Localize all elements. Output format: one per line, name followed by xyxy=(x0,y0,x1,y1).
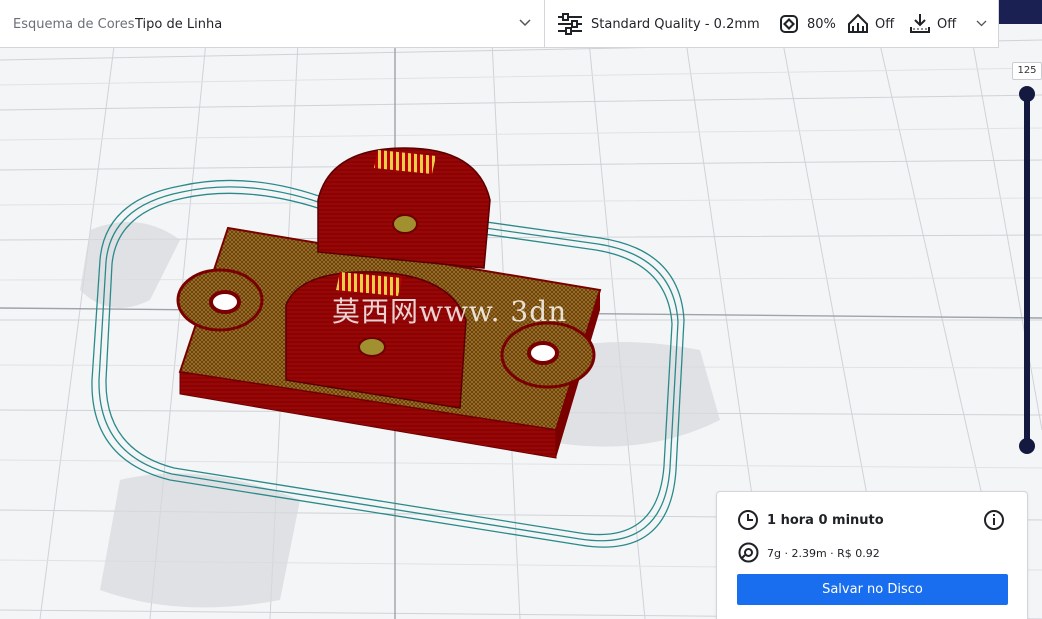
settings-sliders-icon xyxy=(558,13,582,35)
print-info-panel: 1 hora 0 minuto 7g · 2.39m · R$ 0.92 Sal… xyxy=(716,491,1028,619)
save-to-disk-button[interactable]: Salvar no Disco xyxy=(737,574,1008,605)
adhesion-value: Off xyxy=(937,17,957,32)
chevron-down-icon[interactable] xyxy=(519,19,531,27)
print-time-label: 1 hora 0 minuto xyxy=(767,513,884,528)
adhesion-icon xyxy=(910,14,930,33)
info-icon[interactable] xyxy=(983,509,1005,531)
clock-icon xyxy=(738,510,758,530)
watermark-text: 莫西网www. 3dn xyxy=(332,295,568,328)
spool-icon xyxy=(738,542,759,563)
color-scheme-panel[interactable]: Esquema de Cores Tipo de Linha xyxy=(0,0,545,48)
part-back-boss xyxy=(317,147,491,269)
infill-icon xyxy=(780,15,798,33)
layer-slider-top-handle[interactable] xyxy=(1019,86,1035,102)
color-scheme-value: Tipo de Linha xyxy=(135,17,223,32)
print-settings-panel[interactable]: Standard Quality - 0.2mm 80% Off Off xyxy=(544,0,999,48)
window-corner-strip xyxy=(998,0,1042,24)
layer-number-input[interactable]: 125 xyxy=(1012,62,1042,80)
layer-slider-track[interactable] xyxy=(1024,94,1030,446)
material-usage-label: 7g · 2.39m · R$ 0.92 xyxy=(767,547,880,560)
support-icon xyxy=(848,13,868,33)
layer-slider-bottom-handle[interactable] xyxy=(1019,438,1035,454)
infill-value: 80% xyxy=(807,17,836,32)
chevron-down-icon[interactable] xyxy=(976,20,987,27)
quality-profile-label: Standard Quality - 0.2mm xyxy=(591,17,760,32)
support-value: Off xyxy=(875,17,895,32)
color-scheme-label: Esquema de Cores xyxy=(13,17,135,32)
